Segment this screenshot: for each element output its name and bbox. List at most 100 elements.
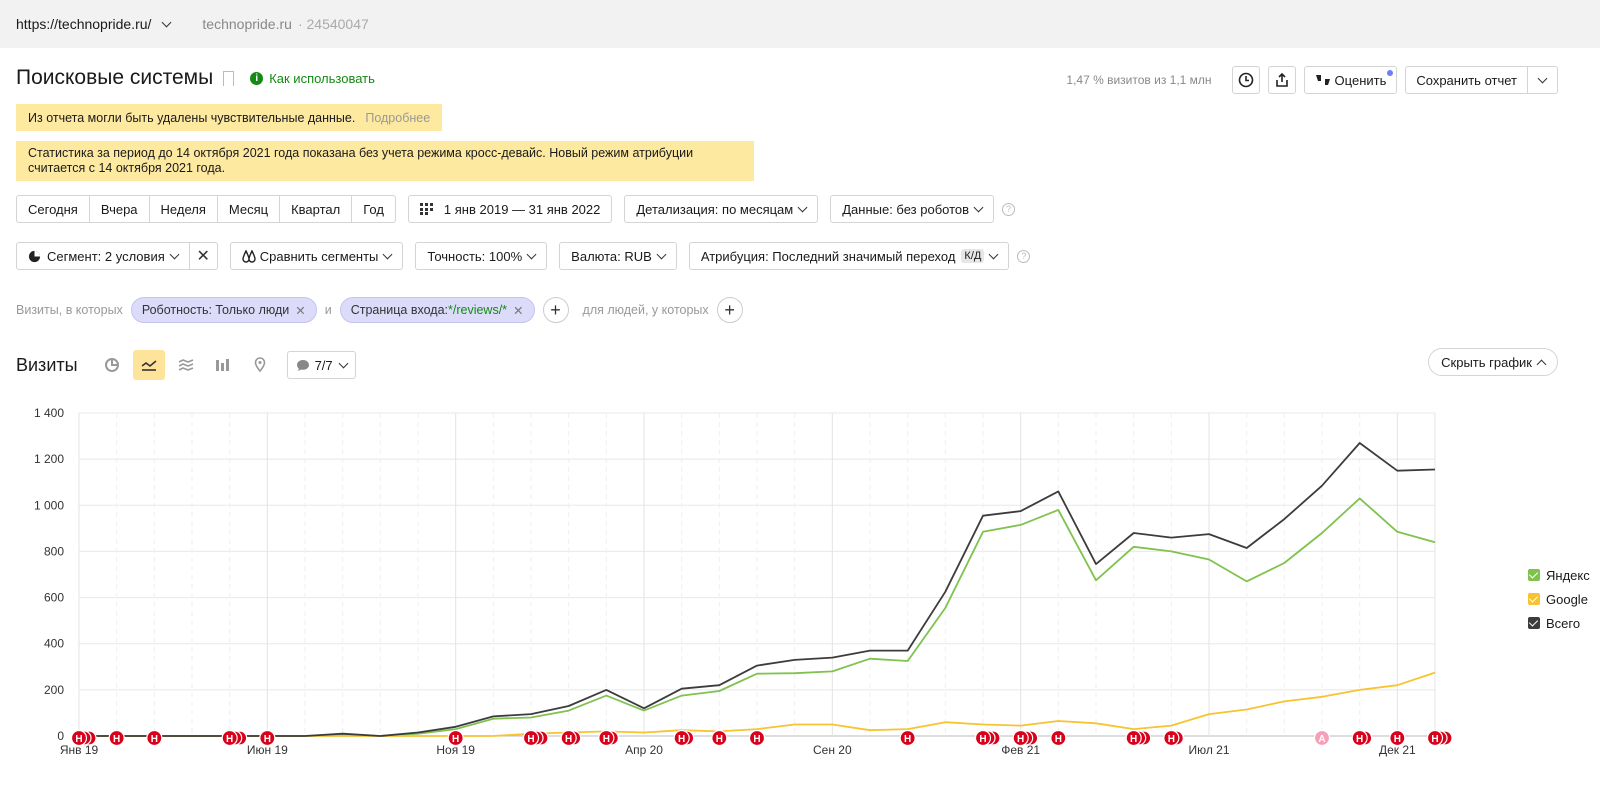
remove-condition-icon[interactable]: ✕ [513,303,523,318]
add-people-condition-button[interactable]: + [716,297,743,323]
annotation-marker-label: Н [75,734,82,745]
clear-segment-button[interactable]: ✕ [189,242,218,270]
preset-yesterday[interactable]: Вчера [90,196,150,222]
report-actions: 1,47 % визитов из 1,1 млн Оценить Сохран… [1066,66,1558,94]
conditions-prefix: Визиты, в которых [16,303,123,317]
comment-icon [296,359,309,371]
sensitive-data-notice: Из отчета могли быть удалены чувствитель… [16,104,443,131]
period-controls: Сегодня Вчера Неделя Месяц Квартал Год 1… [16,195,1016,223]
chevron-down-icon [169,249,180,259]
chevron-down-icon [656,249,667,259]
site-name: technopride.ru [202,16,292,32]
chevron-down-icon [797,202,808,212]
top-bar: https://technopride.ru/ technopride.ru ·… [0,0,1600,48]
checkbox-icon [1528,593,1540,605]
compare-segments-select[interactable]: Сравнить сегменты [229,242,404,270]
chevron-down-icon [382,249,393,259]
annotation-marker-label: Н [1431,734,1438,745]
clock-icon [1238,72,1253,88]
page-title: Поисковые системы [16,66,214,89]
notice-more-link[interactable]: Подробнее [365,111,430,125]
legend-item-total[interactable]: Всего [1528,611,1590,635]
annotation-marker-label: Н [1356,734,1363,745]
chart-toolbar: Визиты 7/7 [16,350,356,380]
calendar-icon [419,203,433,215]
save-report-button[interactable]: Сохранить отчет [1405,66,1528,94]
site-url-selector[interactable]: https://technopride.ru/ [16,16,172,32]
date-range-picker[interactable]: 1 янв 2019 — 31 янв 2022 [407,195,613,223]
chevron-down-icon [161,17,172,27]
legend-item-google[interactable]: Google [1528,587,1590,611]
currency-select[interactable]: Валюта: RUB [559,242,677,270]
help-icon[interactable]: ? [1002,202,1016,216]
annotation-marker-label: Н [753,734,760,745]
annotation-marker-label: Н [1017,734,1024,745]
y-tick-label: 1 000 [34,498,64,512]
accuracy-select[interactable]: Точность: 100% [415,242,548,270]
add-visit-condition-button[interactable]: + [542,297,569,323]
line-chart-icon [141,360,157,371]
annotation-marker-label: Н [452,734,459,745]
segment-controls: Сегмент: 2 условия ✕ Сравнить сегменты Т… [16,242,1031,270]
chart-type-bar[interactable] [207,350,239,380]
chart-legend: Яндекс Google Всего [1528,563,1590,635]
conditions-and: и [324,303,332,317]
preset-week[interactable]: Неделя [150,196,218,222]
annotation-marker-label: Н [1055,734,1062,745]
segment-select[interactable]: Сегмент: 2 условия [16,242,190,270]
annotation-marker-label: Н [527,734,534,745]
notes-count-select[interactable]: 7/7 [286,351,356,379]
chart-type-map[interactable] [244,350,276,380]
chevron-down-icon [526,249,537,259]
area-chart-icon [178,359,193,371]
save-options-button[interactable] [1528,66,1558,94]
hide-graph-button[interactable]: Скрыть график [1428,348,1558,376]
chevron-down-icon [973,202,984,212]
help-icon[interactable]: ? [1017,249,1031,263]
history-button[interactable] [1231,66,1260,94]
remove-condition-icon[interactable]: ✕ [295,303,305,318]
annotation-marker-label: Н [151,734,158,745]
crossdevice-badge: К/Д [961,249,985,263]
site-url: https://technopride.ru/ [16,16,152,32]
how-to-use-link[interactable]: i Как использовать [250,71,375,86]
condition-chip-entry-page[interactable]: Страница входа: */reviews/* ✕ [339,297,535,323]
export-button[interactable] [1267,66,1296,94]
map-pin-icon [254,357,265,373]
preset-year[interactable]: Год [352,196,395,222]
condition-chip-robotness[interactable]: Роботность: Только люди ✕ [130,297,317,323]
detail-select[interactable]: Детализация: по месяцам [624,195,819,223]
attribution-select[interactable]: Атрибуция: Последний значимый переход К/… [688,242,1010,270]
annotation-marker-label: Н [678,734,685,745]
bookmark-icon[interactable] [223,70,235,86]
report-header: Поисковые системы i Как использовать [16,66,375,90]
notification-dot [1387,70,1394,76]
rate-button[interactable]: Оценить [1303,66,1398,94]
segment-group: Сегмент: 2 условия ✕ [16,242,218,270]
bar-chart-icon [215,359,229,371]
y-tick-label: 800 [44,544,64,558]
segment-conditions: Визиты, в которых Роботность: Только люд… [16,297,743,323]
annotation-marker-label: Н [264,734,271,745]
crossdevice-notice: Статистика за период до 14 октября 2021 … [16,141,754,181]
chart-type-pie[interactable] [96,350,128,380]
x-tick-label: Июл 21 [1188,743,1229,757]
period-presets: Сегодня Вчера Неделя Месяц Квартал Год [16,195,396,223]
data-select[interactable]: Данные: без роботов [830,195,995,223]
chevron-down-icon [988,249,999,259]
preset-today[interactable]: Сегодня [17,196,90,222]
annotation-marker-label: Н [565,734,572,745]
preset-quarter[interactable]: Квартал [280,196,353,222]
thumbs-icon [1315,75,1330,85]
legend-item-yandex[interactable]: Яндекс [1528,563,1590,587]
chart-type-area[interactable] [170,350,202,380]
save-report-group: Сохранить отчет [1405,66,1558,94]
chevron-down-icon [1537,73,1548,83]
info-icon: i [250,71,264,85]
drops-icon [242,249,256,263]
x-tick-label: Апр 20 [625,743,663,757]
annotation-marker-label: Н [979,734,986,745]
preset-month[interactable]: Месяц [218,196,281,222]
chart-type-line[interactable] [132,350,165,380]
annotation-marker-label: Н [1130,734,1137,745]
